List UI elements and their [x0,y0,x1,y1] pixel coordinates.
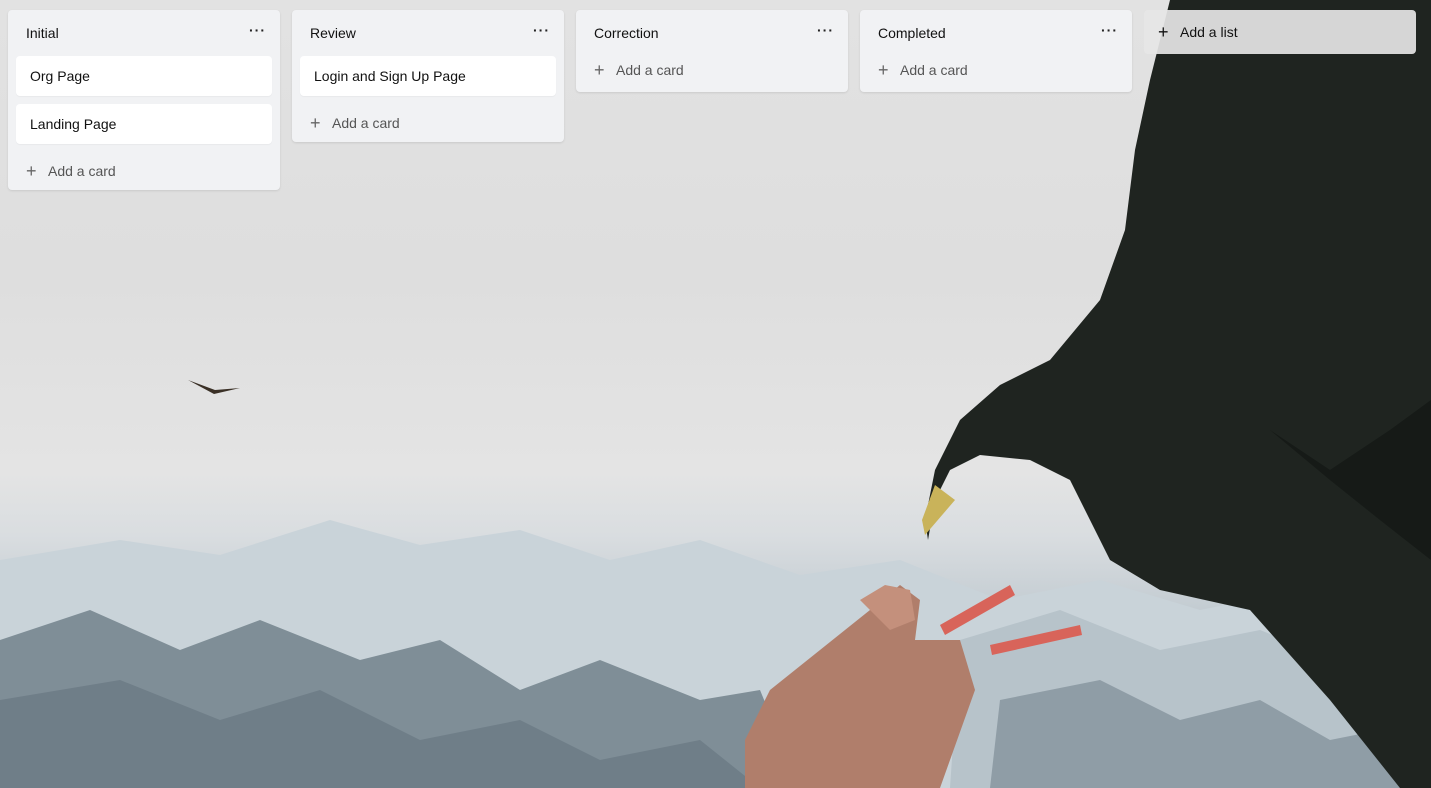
add-card-button[interactable]: + Add a card [584,52,840,88]
list-completed: Completed ··· + Add a card [860,10,1132,92]
add-card-button[interactable]: + Add a card [868,52,1124,88]
list-title: Initial [26,25,59,41]
list-title: Completed [878,25,946,41]
card-landing-page[interactable]: Landing Page [16,104,272,144]
list-initial: Initial ··· Org Page Landing Page + Add … [8,10,280,190]
list-header: Review ··· [300,10,556,56]
add-list-button[interactable]: + Add a list [1144,10,1416,54]
list-title: Correction [594,25,659,41]
list-title: Review [310,25,356,41]
ellipsis-icon[interactable]: ··· [817,23,834,43]
list-header: Correction ··· [584,10,840,56]
list-header: Initial ··· [16,10,272,56]
card-login-signup-page[interactable]: Login and Sign Up Page [300,56,556,96]
ellipsis-icon[interactable]: ··· [249,23,266,43]
add-list-label: Add a list [1180,24,1238,40]
plus-icon: + [1158,22,1169,42]
plus-icon: + [594,60,605,80]
add-card-button[interactable]: + Add a card [300,104,556,142]
list-correction: Correction ··· + Add a card [576,10,848,92]
card-org-page[interactable]: Org Page [16,56,272,96]
add-card-label: Add a card [900,62,968,78]
list-header: Completed ··· [868,10,1124,56]
ellipsis-icon[interactable]: ··· [1101,23,1118,43]
plus-icon: + [878,60,889,80]
plus-icon: + [26,161,37,181]
add-card-label: Add a card [48,163,116,179]
lists-container: Initial ··· Org Page Landing Page + Add … [8,10,1416,190]
add-card-label: Add a card [616,62,684,78]
add-card-label: Add a card [332,115,400,131]
add-card-button[interactable]: + Add a card [16,152,272,190]
ellipsis-icon[interactable]: ··· [533,23,550,43]
plus-icon: + [310,113,321,133]
board: Initial ··· Org Page Landing Page + Add … [0,0,1431,788]
list-review: Review ··· Login and Sign Up Page + Add … [292,10,564,142]
